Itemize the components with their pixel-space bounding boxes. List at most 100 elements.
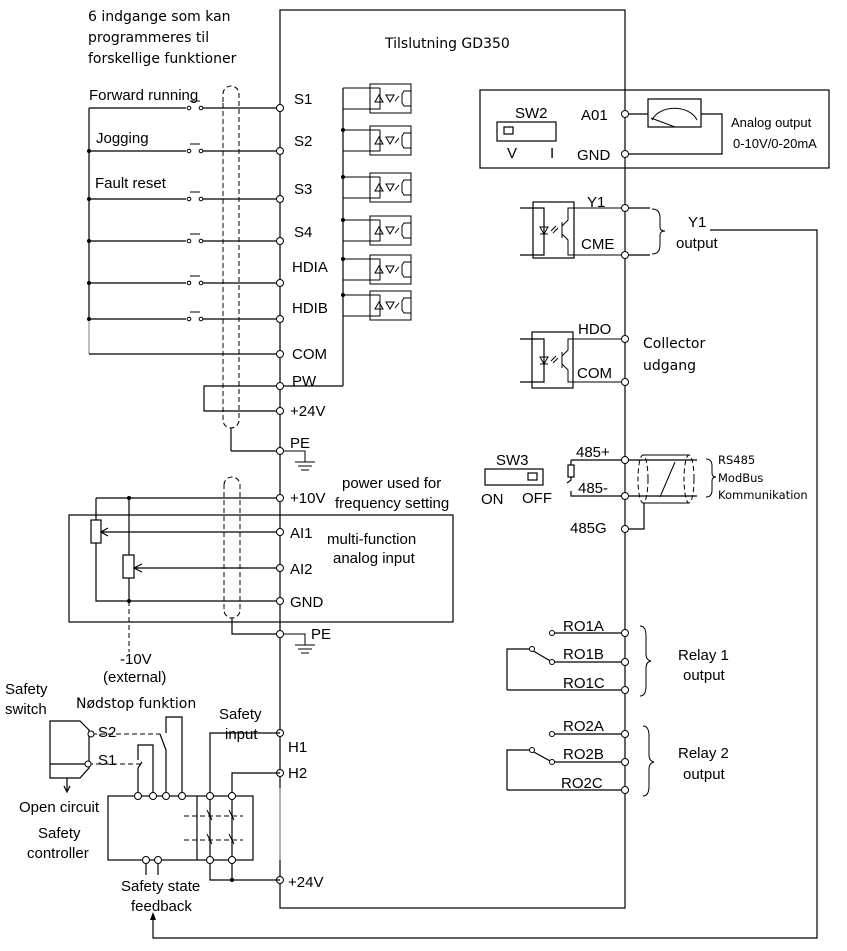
potentiometer-2 [122, 554, 135, 579]
emergency-stop-contact [137, 744, 154, 796]
terminal-connector[interactable] [621, 658, 629, 666]
minus-10v-note: -10V (external) [103, 651, 166, 686]
brace-icon [639, 625, 652, 697]
safety-controller [107, 795, 254, 861]
terminal-connector[interactable] [621, 686, 629, 694]
potentiometer-1 [90, 519, 102, 544]
sw3-switch[interactable] [484, 468, 544, 486]
terminal-connector[interactable] [621, 758, 629, 766]
terminal-connector[interactable] [276, 315, 284, 323]
terminal-s3: S3 [294, 181, 312, 198]
terminal-connector[interactable] [621, 492, 629, 500]
optocoupler [341, 215, 412, 246]
terminal-connector[interactable] [276, 104, 284, 112]
terminal-10v: +10V [290, 490, 325, 507]
safety-feedback-note: Safety state feedback [121, 878, 200, 915]
terminal-connector[interactable] [621, 378, 629, 386]
terminal-connector[interactable] [621, 456, 629, 464]
terminal-com-right: COM [577, 365, 612, 382]
safety-terminal [228, 792, 236, 800]
svg-text:Collector: Collector [643, 336, 705, 352]
terminal-pw: PW [292, 373, 317, 390]
terminal-hdia: HDIA [292, 259, 328, 276]
svg-text:switch: switch [5, 701, 47, 718]
terminal-connector[interactable] [621, 730, 629, 738]
diagram-title: Tilslutning GD350 [384, 36, 510, 52]
terminal-485-minus: 485- [578, 480, 608, 497]
terminal-connector[interactable] [621, 525, 629, 533]
terminal-com: COM [292, 346, 327, 363]
safety-terminal [154, 856, 162, 864]
terminal-connector[interactable] [276, 147, 284, 155]
terminal-connector[interactable] [621, 110, 629, 118]
svg-text:programmeres til: programmeres til [88, 30, 209, 46]
terminal-connector[interactable] [276, 195, 284, 203]
svg-text:output: output [683, 766, 726, 783]
safety-terminal [178, 792, 186, 800]
terminal-ai2: AI2 [290, 561, 313, 578]
terminal-connector[interactable] [276, 528, 284, 536]
safety-terminal [206, 856, 214, 864]
safety-switch-contact-s2: S2 [98, 724, 116, 741]
safety-terminal [149, 792, 157, 800]
terminal-cme: CME [581, 236, 614, 253]
svg-text:udgang: udgang [643, 358, 696, 374]
svg-text:Relay 1: Relay 1 [678, 647, 729, 664]
sw2-label: SW2 [515, 105, 548, 122]
terminal-ro1c: RO1C [563, 675, 605, 692]
sw3-label: SW3 [496, 452, 529, 469]
safety-terminal [134, 792, 142, 800]
optocoupler [341, 254, 412, 285]
terminal-connector[interactable] [276, 494, 284, 502]
sw2-v-label: V [507, 145, 517, 162]
analog-meter-icon [647, 98, 702, 128]
terminal-h2: H2 [288, 765, 307, 782]
terminal-connector[interactable] [621, 335, 629, 343]
power-frequency-note: power used for frequency setting [335, 475, 449, 512]
svg-text:Safety: Safety [38, 825, 81, 842]
terminal-ro1b: RO1B [563, 646, 604, 663]
sw2-switch[interactable] [496, 121, 557, 142]
terminal-connector[interactable] [621, 251, 629, 259]
terminal-connector[interactable] [276, 630, 284, 638]
terminal-connector[interactable] [276, 407, 284, 415]
terminal-connector[interactable] [276, 279, 284, 287]
terminal-connector[interactable] [276, 597, 284, 605]
optocoupler [341, 290, 412, 321]
svg-text:analog input: analog input [333, 550, 416, 567]
safety-terminal [228, 856, 236, 864]
safety-terminal [206, 792, 214, 800]
optocoupler [341, 125, 412, 156]
terminal-connector[interactable] [276, 564, 284, 572]
svg-text:forskellige funktioner: forskellige funktioner [88, 51, 237, 67]
safety-switch [49, 720, 90, 779]
sw3-off-label: OFF [522, 490, 552, 507]
relay-2-note: Relay 2 output [678, 745, 729, 783]
svg-text:Y1: Y1 [688, 214, 706, 231]
terminal-connector[interactable] [621, 204, 629, 212]
terminal-connector[interactable] [276, 237, 284, 245]
terminal-connector[interactable] [276, 350, 284, 358]
safety-switch-note: Safety switch [5, 681, 48, 718]
label-fault-reset: Fault reset [95, 175, 167, 192]
terminal-gnd-right: GND [577, 147, 611, 164]
svg-text:feedback: feedback [131, 898, 192, 915]
terminal-connector[interactable] [621, 786, 629, 794]
open-circuit-note: Open circuit [19, 799, 100, 816]
svg-text:output: output [676, 235, 719, 252]
terminal-a01: A01 [581, 107, 608, 124]
terminal-24v-2: +24V [288, 874, 323, 891]
terminal-y1: Y1 [587, 194, 605, 211]
terminal-ro2a: RO2A [563, 718, 604, 735]
brace-icon [651, 208, 666, 255]
terminal-connector[interactable] [621, 150, 629, 158]
svg-text:Relay 2: Relay 2 [678, 745, 729, 762]
svg-text:power used for: power used for [342, 475, 441, 492]
terminal-ro2c: RO2C [561, 775, 603, 792]
terminal-connector[interactable] [621, 629, 629, 637]
emergency-stop-contact [159, 716, 183, 796]
svg-text:frequency setting: frequency setting [335, 495, 449, 512]
terminal-connector[interactable] [276, 447, 284, 455]
terminal-connector[interactable] [276, 382, 284, 390]
safety-input-note: Safety input [219, 706, 262, 743]
